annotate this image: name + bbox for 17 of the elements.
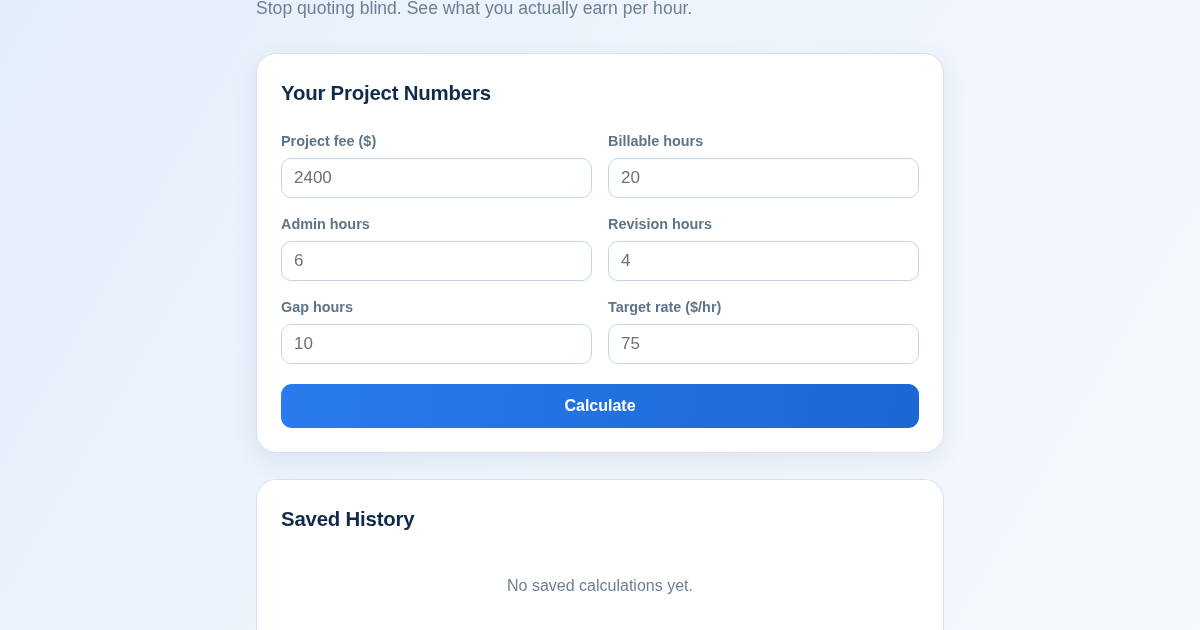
field-label: Revision hours [608, 215, 713, 233]
empty-message: No saved calculations yet. [506, 576, 694, 596]
card-title: Saved History [281, 507, 416, 532]
input-field[interactable]: 75 [608, 324, 919, 364]
card-title: Your Project Numbers [281, 81, 492, 106]
field-label: Admin hours [281, 215, 371, 233]
field-label: Gap hours [281, 298, 354, 316]
field-label: Project fee ($) [281, 132, 378, 150]
input-field[interactable]: 10 [281, 324, 592, 364]
input-field[interactable]: 2400 [281, 158, 592, 198]
field-label: Target rate ($/hr) [608, 298, 723, 316]
field-label: Billable hours [608, 132, 705, 150]
input-field[interactable]: 4 [608, 241, 919, 281]
page-subtitle: Stop quoting blind. See what you actually earn per hour. [256, 0, 694, 19]
input-field[interactable]: 20 [608, 158, 919, 198]
input-field[interactable]: 6 [281, 241, 592, 281]
calculate-button[interactable]: Calculate [281, 384, 919, 428]
